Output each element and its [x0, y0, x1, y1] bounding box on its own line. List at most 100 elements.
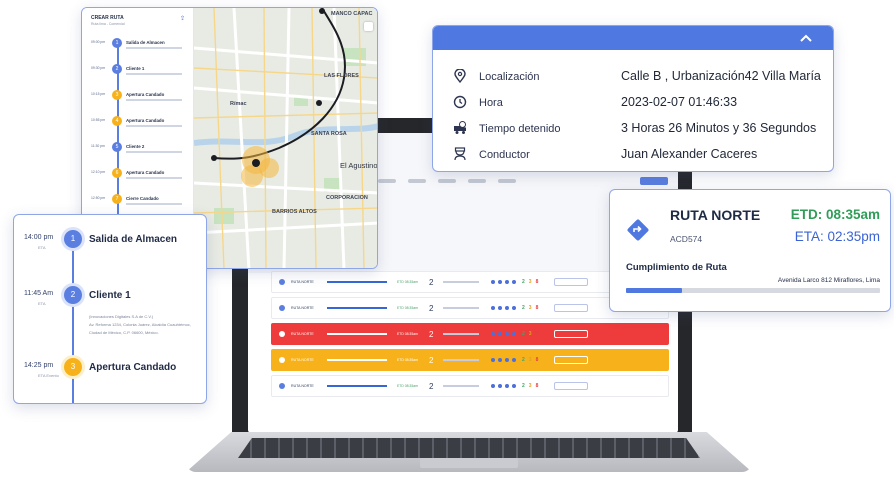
table-row[interactable]: RUTA NORTE ETD 08:35am 2 2 3 8	[271, 323, 669, 345]
row-action-button[interactable]	[554, 356, 589, 364]
row-mini-bar	[443, 307, 479, 309]
route-stop-item[interactable]: 09:30 pm 2 Cliente 1	[91, 64, 191, 80]
indicator-dot-icon	[498, 358, 502, 362]
row-indicator-icons	[491, 358, 516, 362]
route-stop-detail	[126, 99, 182, 101]
route-stop-label: Cierre Candado	[126, 196, 159, 201]
row-progress	[327, 307, 387, 309]
route-stop-label: Apertura Candado	[126, 92, 165, 97]
route-etd: ETD: 08:35am	[790, 207, 880, 222]
row-action-button[interactable]	[554, 278, 589, 286]
row-status-icon	[279, 357, 285, 363]
route-stop-label: Apertura Candado	[126, 170, 165, 175]
route-stop-item[interactable]: 12:50 pm 7 Cierre Candado	[91, 194, 191, 210]
map-label-agustino: El Agustino	[340, 161, 377, 170]
timeline-card: 14:00 pm ETA 1 Salida de Almacen 11:45 Am ETA…	[13, 214, 207, 404]
indicator-dot-icon	[491, 280, 495, 284]
route-map[interactable]: MANCO CAPAC LAS FLORES Rímac SANTA ROSA …	[194, 8, 377, 268]
route-stop-label: Cliente 2	[126, 144, 145, 149]
row-status-icon	[279, 279, 285, 285]
route-stop-number: 2	[112, 64, 122, 74]
indicator-dot-icon	[505, 384, 509, 388]
route-code: ACD574	[670, 234, 703, 244]
table-row[interactable]: RUTA NORTE ETD 08:35am 2 2 3 8	[271, 375, 669, 397]
route-stop-item[interactable]: 10:15 pm 3 Apertura Candado	[91, 90, 191, 106]
route-stop-detail	[126, 203, 182, 205]
screen-filter-button[interactable]	[640, 177, 668, 185]
event-info-row: Tiempo detenido 3 Horas 26 Minutos y 36 S…	[453, 120, 825, 138]
event-info-key: Localización	[479, 71, 540, 83]
row-score-digit: 3	[528, 279, 532, 285]
indicator-dot-icon	[512, 384, 516, 388]
route-stop-item[interactable]: 11:30 pm 5 Cliente 2	[91, 142, 191, 158]
row-count: 2	[429, 381, 434, 391]
indicator-dot-icon	[498, 306, 502, 310]
driver-icon	[454, 147, 466, 161]
row-mini-bar	[443, 281, 479, 283]
timeline-step-number: 2	[64, 286, 82, 304]
route-stop-number: 3	[112, 90, 122, 100]
row-score-digits: 238	[522, 331, 538, 337]
row-score-digits: 238	[522, 279, 538, 285]
route-stop-time: 12:10 pm	[91, 170, 106, 174]
row-count: 2	[429, 303, 434, 313]
route-stop-label: Cliente 1	[126, 66, 145, 71]
row-route-name: RUTA NORTE	[291, 332, 314, 336]
indicator-dot-icon	[512, 306, 516, 310]
row-time: ETD 08:35am	[397, 332, 418, 336]
route-stop-item[interactable]: 12:10 pm 6 Apertura Candado	[91, 168, 191, 184]
chevron-up-icon[interactable]	[799, 31, 813, 45]
route-stop-label: Apertura Candado	[126, 118, 165, 123]
indicator-dot-icon	[512, 358, 516, 362]
route-stop-label: Salida de Almacen	[126, 40, 165, 45]
laptop-trackpad	[420, 458, 518, 468]
share-icon[interactable]: ⇪	[180, 15, 185, 22]
indicator-dot-icon	[498, 280, 502, 284]
route-direction-icon	[627, 219, 649, 241]
route-stop-detail	[126, 151, 182, 153]
route-summary-card[interactable]: RUTA NORTE ACD574 ETD: 08:35am ETA: 02:3…	[609, 189, 891, 312]
row-score-digit: 2	[522, 357, 525, 363]
indicator-dot-icon	[512, 332, 516, 336]
row-count: 2	[429, 329, 434, 339]
timeline-step-time: 14:25 pm	[24, 362, 54, 369]
route-stop-number: 6	[112, 168, 122, 178]
indicator-dot-icon	[498, 384, 502, 388]
route-stop-number: 7	[112, 194, 122, 204]
laptop-keyboard	[238, 438, 700, 458]
route-stop-item[interactable]: 10:55 pm 4 Apertura Candado	[91, 116, 191, 132]
indicator-dot-icon	[505, 306, 509, 310]
row-indicator-icons	[491, 280, 516, 284]
row-progress	[327, 281, 387, 283]
row-action-button[interactable]	[554, 330, 589, 338]
indicator-dot-icon	[491, 306, 495, 310]
row-action-button[interactable]	[554, 382, 589, 390]
map-label-rimac: Rímac	[230, 101, 247, 107]
table-row[interactable]: RUTA NORTE ETD 08:35am 2 2 3 8	[271, 349, 669, 371]
promo-stage: RUTA NORTE ETD 08:35am 2 2 3 8 RUTA NORTE ETD 0…	[0, 0, 894, 483]
row-count: 2	[429, 355, 434, 365]
event-info-row: Hora 2023-02-07 01:46:33	[453, 94, 825, 112]
timeline-step-number: 3	[64, 358, 82, 376]
map-layers-button[interactable]	[364, 22, 373, 31]
row-score-digit: 8	[535, 383, 539, 389]
route-stop-time: 09:30 pm	[91, 66, 106, 70]
indicator-dot-icon	[491, 384, 495, 388]
row-score-digit: 2	[522, 383, 525, 389]
row-score-digit: 3	[528, 305, 532, 311]
route-list-subtitle: Ruta lima - Comercial	[91, 22, 125, 26]
row-indicator-icons	[491, 332, 516, 336]
route-eta: ETA: 02:35pm	[794, 229, 880, 244]
route-stop-time: 09:00 pm	[91, 40, 106, 44]
event-info-row: Conductor Juan Alexander Caceres	[453, 146, 825, 164]
row-action-button[interactable]	[554, 304, 589, 312]
row-score-digit: 3	[528, 383, 532, 389]
row-score-digit: 8	[535, 357, 539, 363]
indicator-dot-icon	[491, 332, 495, 336]
row-progress	[327, 359, 387, 361]
row-route-name: RUTA NORTE	[291, 306, 314, 310]
row-time: ETD 08:35am	[397, 280, 418, 284]
route-stop-detail	[126, 47, 182, 49]
timeline-step-number: 1	[64, 230, 82, 248]
route-stop-item[interactable]: 09:00 pm 1 Salida de Almacen	[91, 38, 191, 54]
